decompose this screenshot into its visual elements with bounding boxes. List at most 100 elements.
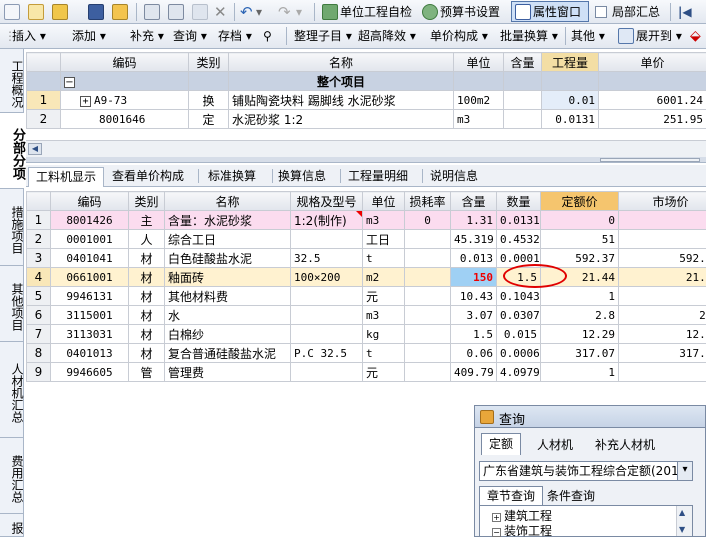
tab-price-composition[interactable]: 查看单价构成 — [112, 167, 184, 187]
organize-items-menu[interactable]: 整理子目 ▾ — [294, 27, 352, 45]
height-reduction-menu[interactable]: 超高降效 ▾ — [358, 27, 416, 45]
first-page-icon[interactable]: |◀ — [678, 3, 692, 21]
table-row[interactable]: 9 9946605 管 管理费 元 409.79 4.0979 1 1 — [26, 362, 706, 382]
partial-summary-checkbox[interactable] — [595, 6, 607, 18]
expand-icon — [618, 28, 634, 44]
sidebar-tab-labor-material-summary[interactable]: 人材机汇总 — [0, 342, 24, 438]
table-row[interactable]: 5 9946131 材 其他材料费 元 10.43 0.1043 1 1 — [26, 286, 706, 306]
toolbar-second: ⋮ 插入 ▾ 添加 ▾ 补充 ▾ 查询 ▾ 存档 ▾ ⚲ 整理子目 ▾ 超高降效… — [0, 24, 706, 49]
col-market-price[interactable]: 市场价 — [618, 191, 706, 211]
col-content[interactable]: 含量 — [450, 191, 497, 211]
property-window-label: 属性窗口 — [533, 5, 582, 19]
expand-row-icon[interactable]: + — [80, 95, 91, 107]
table-row[interactable]: 3 0401041 材 白色硅酸盐水泥 32.5 t 0.013 0.0001 … — [26, 248, 706, 268]
tree-scrollbar[interactable]: ▲ ▼ — [676, 506, 692, 536]
table-row[interactable]: 2 0001001 人 综合工日 工日 45.319 0.4532 51 51 — [26, 229, 706, 249]
archive-menu[interactable]: 存档 ▾ — [218, 27, 252, 45]
undo-dropdown-icon[interactable]: ▾ — [256, 3, 262, 21]
paste-icon[interactable] — [192, 4, 208, 20]
col-unit-price[interactable]: 单价 — [598, 52, 706, 72]
sidebar-tab-report[interactable]: 报 — [0, 514, 24, 537]
col-amount[interactable]: 数量 — [496, 191, 541, 211]
query-tab-labor-material[interactable]: 人材机 — [537, 436, 573, 454]
sidebar-tab-divisional-items[interactable]: 分部分项 — [0, 113, 25, 189]
tab-quantity-details[interactable]: 工程量明细 — [348, 167, 408, 187]
sidebar-tab-project-overview[interactable]: 工程概况 — [0, 49, 24, 113]
col-name[interactable]: 名称 — [228, 52, 454, 72]
group-label: 整个项目 — [228, 71, 454, 91]
price-composition-menu[interactable]: 单价构成 ▾ — [430, 27, 488, 45]
budget-settings-button[interactable]: 预算书设置 — [440, 3, 500, 21]
col-code[interactable]: 编码 — [60, 52, 189, 72]
folder-icon[interactable] — [112, 4, 128, 20]
redo-icon[interactable]: ↷ — [278, 3, 291, 21]
delete-icon[interactable]: ✕ — [214, 3, 227, 21]
save-icon[interactable] — [88, 4, 104, 20]
open-folder-icon[interactable] — [28, 4, 44, 20]
sidebar-tab-measures[interactable]: 措施项目 — [0, 189, 24, 266]
add-menu[interactable]: 添加 ▾ — [72, 27, 106, 45]
sidebar-tab-other-items[interactable]: 其他项目 — [0, 266, 24, 342]
supplement-menu[interactable]: 补充 ▾ — [130, 27, 164, 45]
table-row[interactable]: 1 + A9-73 换 铺贴陶瓷块料 踢脚线 水泥砂浆 100m2 0.01 60… — [26, 90, 706, 110]
material-table: 编码 类别 名称 规格及型号 单位 损耗率 含量 数量 定额价 市场价 1 80… — [26, 191, 706, 382]
query-titlebar[interactable]: 查询 — [475, 406, 705, 428]
col-quota-price[interactable]: 定额价 — [540, 191, 619, 211]
batch-convert-menu[interactable]: 批量换算 ▾ — [500, 27, 558, 45]
redo-dropdown-icon[interactable]: ▾ — [296, 3, 302, 21]
sidebar-tab-cost-summary[interactable]: 费用汇总 — [0, 438, 24, 514]
copy-icon[interactable] — [168, 4, 184, 20]
other-menu[interactable]: 其他 ▾ — [571, 27, 605, 45]
scroll-down-icon[interactable]: ▼ — [679, 525, 685, 534]
query-menu[interactable]: 查询 ▾ — [173, 27, 207, 45]
new-file-icon[interactable] — [4, 4, 20, 20]
col-loss-rate[interactable]: 损耗率 — [404, 191, 451, 211]
col-code[interactable]: 编码 — [50, 191, 129, 211]
tree-item-decoration[interactable]: − 装饰工程 — [492, 524, 552, 537]
col-type[interactable]: 类别 — [188, 52, 229, 72]
insert-menu[interactable]: 插入 ▾ — [12, 27, 46, 45]
table-row[interactable]: 2 8001646 定 水泥砂浆 1:2 m3 0.0131 251.95 — [26, 109, 706, 129]
tree-collapse-icon[interactable]: − — [492, 528, 501, 537]
tab-labor-material-display[interactable]: 工料机显示 — [28, 167, 104, 187]
col-unit[interactable]: 单位 — [453, 52, 504, 72]
tree-expand-icon[interactable]: + — [492, 513, 501, 522]
tab-conversion-info[interactable]: 换算信息 — [278, 167, 326, 187]
collapse-icon[interactable]: − — [64, 77, 75, 88]
self-check-button[interactable]: 单位工程自检 — [340, 3, 412, 21]
open-dropdown-icon[interactable] — [52, 4, 68, 20]
col-unit[interactable]: 单位 — [362, 191, 405, 211]
scroll-up-icon[interactable]: ▲ — [679, 508, 685, 517]
tab-description-info[interactable]: 说明信息 — [430, 167, 478, 187]
upper-horizontal-scrollbar[interactable]: ◀ — [26, 140, 706, 157]
subtab-chapter-query[interactable]: 章节查询 — [479, 486, 543, 505]
col-spec[interactable]: 规格及型号 — [290, 191, 363, 211]
table-row[interactable]: 1 8001426 主 含量：水泥砂浆 1:2(制作) m3 0 1.31 0.… — [26, 210, 706, 230]
splitter-grip[interactable] — [600, 158, 700, 162]
tab-standard-conversion[interactable]: 标准换算 — [208, 167, 256, 187]
comment-marker-icon — [356, 211, 362, 217]
query-tab-supplement[interactable]: 补充人材机 — [595, 436, 655, 454]
tree-item-building[interactable]: + 建筑工程 — [492, 509, 552, 523]
scroll-left-icon[interactable]: ◀ — [28, 143, 42, 155]
table-row[interactable]: 8 0401013 材 复合普通硅酸盐水泥 P.C 32.5 t 0.06 0.… — [26, 343, 706, 363]
col-type[interactable]: 类别 — [128, 191, 165, 211]
subtab-condition-query[interactable]: 条件查询 — [547, 487, 595, 505]
undo-icon[interactable]: ↶ — [240, 3, 253, 21]
table-row-selected[interactable]: 4 0661001 材 釉面砖 100×200 m2 150 1.5 21.44… — [26, 267, 706, 287]
cut-icon[interactable] — [144, 4, 160, 20]
binoculars-icon[interactable]: ⚲ — [263, 27, 272, 45]
paint-icon[interactable]: ⬙ — [690, 27, 701, 45]
quota-library-select[interactable]: 广东省建筑与装饰工程综合定额(201 — [479, 461, 693, 481]
col-quantity[interactable]: 工程量 — [541, 52, 599, 72]
col-name[interactable]: 名称 — [164, 191, 291, 211]
group-row[interactable]: − 整个项目 — [26, 71, 706, 91]
col-content[interactable]: 含量 — [503, 52, 542, 72]
query-tab-quota[interactable]: 定额 — [481, 433, 521, 455]
content-cell-editing[interactable]: 150 — [450, 267, 497, 287]
table-row[interactable]: 7 3113031 材 白棉纱 kg 1.5 0.015 12.29 12.29 — [26, 324, 706, 344]
sidebar: 工程概况 分部分项 措施项目 其他项目 人材机汇总 费用汇总 报 — [0, 49, 25, 537]
select-dropdown-icon[interactable]: ▾ — [677, 462, 692, 480]
table-row[interactable]: 6 3115001 材 水 m3 3.07 0.0307 2.8 2.8 — [26, 305, 706, 325]
expand-to-menu[interactable]: 展开到 ▾ — [636, 27, 682, 45]
